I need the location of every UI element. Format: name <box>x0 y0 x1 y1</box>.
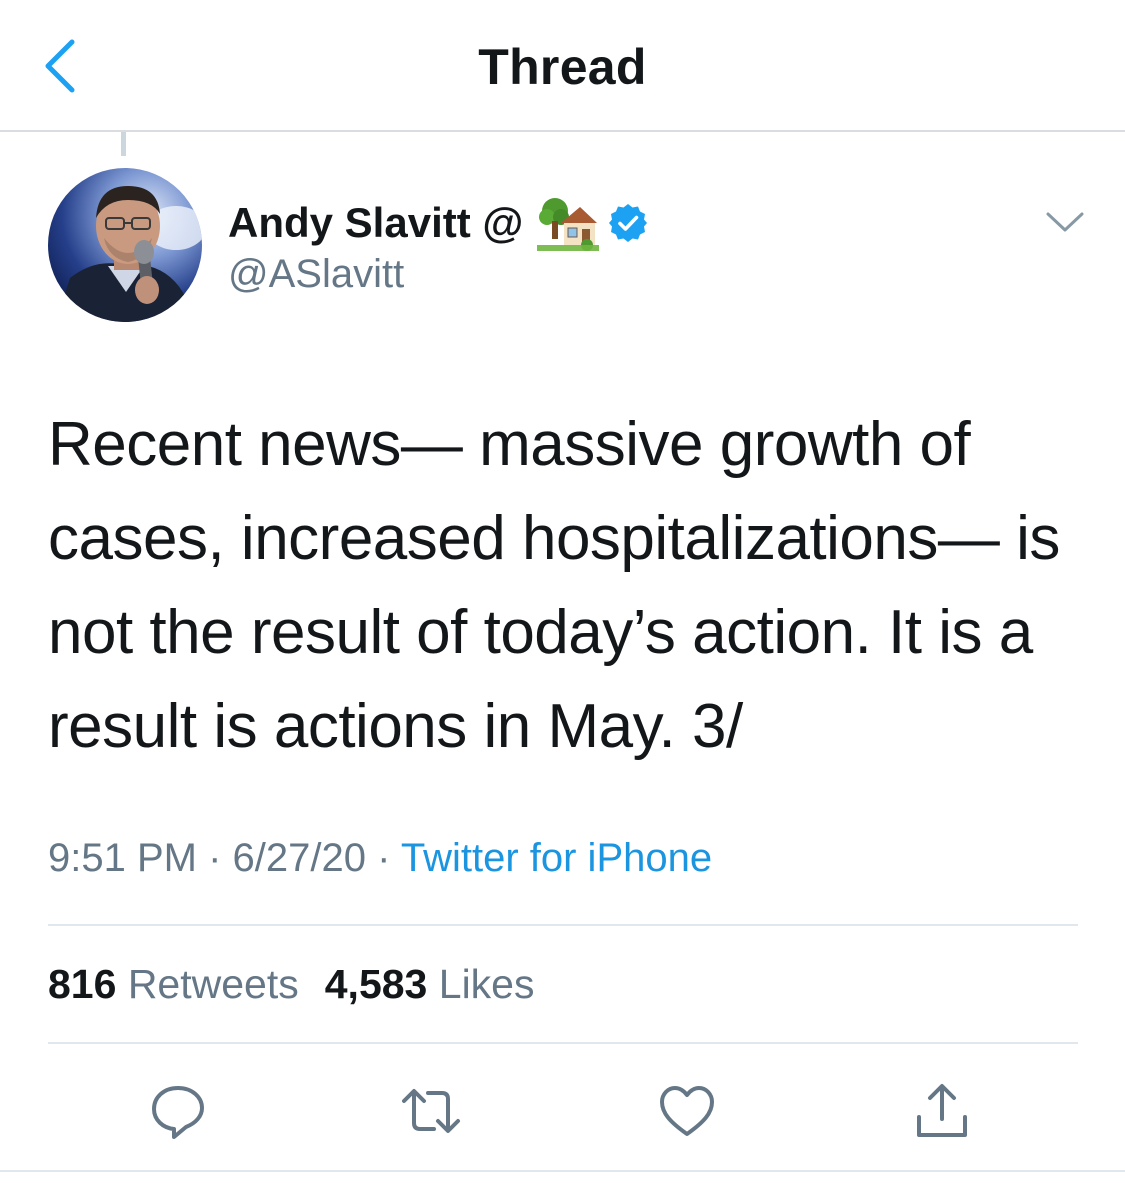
chevron-down-icon <box>1046 212 1084 232</box>
meta-separator: · <box>208 836 222 880</box>
display-name: Andy Slavitt @ <box>228 199 524 246</box>
retweets-stat[interactable]: 816 Retweets <box>48 961 299 1007</box>
divider <box>48 924 1078 926</box>
reply-button[interactable] <box>147 1080 209 1142</box>
house-with-garden-icon <box>537 198 600 251</box>
tweet-time: 9:51 PM <box>48 836 197 880</box>
retweets-count: 816 <box>48 961 117 1007</box>
display-name-row[interactable]: Andy Slavitt @ <box>228 195 649 251</box>
tweet-source-link[interactable]: Twitter for iPhone <box>401 836 712 880</box>
avatar[interactable] <box>48 168 202 322</box>
likes-count: 4,583 <box>324 961 428 1007</box>
reply-icon <box>152 1086 204 1139</box>
thread-connector-line <box>121 132 126 156</box>
like-button[interactable] <box>656 1080 718 1142</box>
heart-icon <box>660 1086 714 1136</box>
page-title: Thread <box>478 39 647 95</box>
share-button[interactable] <box>911 1080 973 1142</box>
verified-badge-icon <box>609 204 648 242</box>
tweet-options-button[interactable] <box>1042 202 1088 242</box>
meta-separator: · <box>377 836 391 880</box>
avatar-photo <box>48 168 202 322</box>
tweet-date: 6/27/20 <box>232 836 367 880</box>
tweet-text: Recent news— massive growth of cases, in… <box>48 410 1060 761</box>
likes-stat[interactable]: 4,583 Likes <box>325 961 535 1007</box>
divider <box>0 1170 1125 1172</box>
share-icon <box>917 1084 967 1137</box>
likes-label: Likes <box>438 961 535 1007</box>
retweet-button[interactable] <box>400 1080 462 1142</box>
nav-header: Thread <box>0 0 1125 132</box>
divider <box>48 1042 1078 1044</box>
user-handle[interactable]: @ASlavitt <box>228 252 404 297</box>
retweets-label: Retweets <box>127 961 299 1007</box>
tweet-metadata: 9:51 PM · 6/27/20 · Twitter for iPhone <box>48 836 712 881</box>
tweet-stats: 816 Retweets 4,583 Likes <box>48 961 534 1008</box>
retweet-icon <box>402 1089 460 1133</box>
